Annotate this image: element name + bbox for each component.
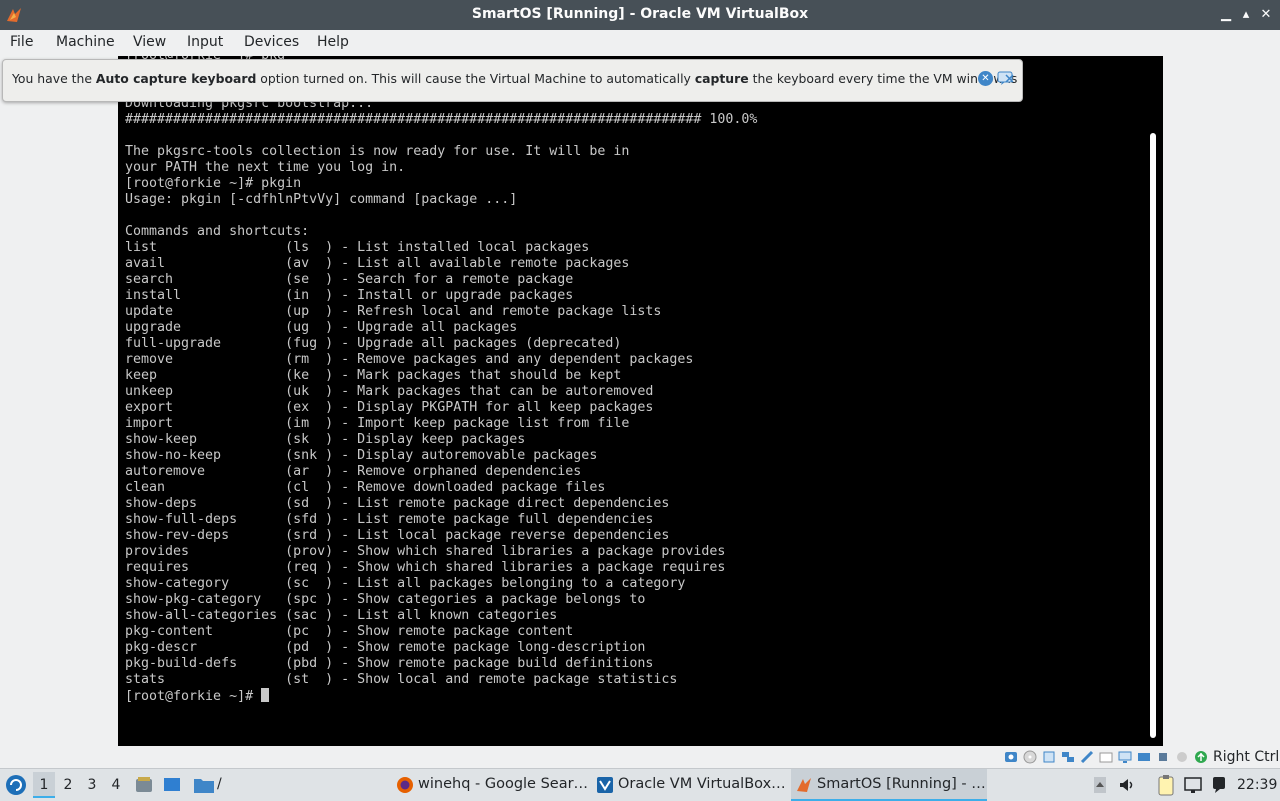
network-icon[interactable] [1061, 750, 1075, 764]
terminal-line: show-full-deps (sfd ) - List remote pack… [125, 512, 654, 527]
task-firefox[interactable]: winehq - Google Sear… [392, 769, 588, 801]
terminal-line: list (ls ) - List installed local packag… [125, 240, 590, 255]
terminal-line: requires (req ) - Show which shared libr… [125, 560, 726, 575]
clipboard-icon[interactable] [1157, 774, 1175, 796]
hard-disk-icon[interactable] [1004, 750, 1018, 764]
console-scrollbar[interactable] [1150, 133, 1156, 738]
application-menu-icon[interactable] [5, 774, 27, 796]
taskbar: 1 2 3 4 / winehq - Google Sear… Oracle V… [0, 768, 1280, 801]
terminal-line: show-all-categories (sac ) - List all kn… [125, 608, 558, 623]
terminal-line: show-keep (sk ) - Display keep packages [125, 432, 526, 447]
menu-help[interactable]: Help [317, 34, 349, 50]
notification-dont-show-icon[interactable] [997, 70, 1015, 86]
terminal-line: keep (ke ) - Mark packages that should b… [125, 368, 622, 383]
terminal-line: show-no-keep (snk ) - Display autoremova… [125, 448, 598, 463]
auto-capture-notification: You have the Auto capture keyboard optio… [2, 59, 1023, 102]
terminal-cursor [261, 688, 270, 702]
vm-status-bar: Right Ctrl [0, 746, 1280, 768]
virtualbox-vm-icon [797, 778, 811, 792]
terminal-line: pkg-descr (pd ) - Show remote package lo… [125, 640, 646, 655]
terminal-line: full-upgrade (fug ) - Upgrade all packag… [125, 336, 622, 351]
mouse-integration-icon[interactable] [1175, 750, 1189, 764]
audio-icon[interactable] [1042, 750, 1056, 764]
terminal-output: [root@forkie ~]# pkg pkgsrc-setup pkgtra… [125, 56, 757, 705]
terminal-line: search (se ) - Search for a remote packa… [125, 272, 574, 287]
terminal-line: show-category (sc ) - List all packages … [125, 576, 686, 591]
terminal-line: upgrade (ug ) - Upgrade all packages [125, 320, 518, 335]
terminal-line: install (in ) - Install or upgrade packa… [125, 288, 574, 303]
menu-machine[interactable]: Machine [56, 34, 115, 50]
terminal-line: autoremove (ar ) - Remove orphaned depen… [125, 464, 582, 479]
video-capture-icon[interactable] [1137, 750, 1151, 764]
vm-console[interactable]: [root@forkie ~]# pkg pkgsrc-setup pkgtra… [118, 56, 1163, 746]
menu-devices[interactable]: Devices [244, 34, 299, 50]
terminal-prompt: [root@forkie ~]# [125, 689, 262, 704]
terminal-line: unkeep (uk ) - Mark packages that can be… [125, 384, 654, 399]
keyboard-icon[interactable] [1194, 750, 1208, 764]
terminal-line: remove (rm ) - Remove packages and any d… [125, 352, 694, 367]
terminal-line: pkg-content (pc ) - Show remote package … [125, 624, 574, 639]
volume-icon[interactable] [1118, 776, 1136, 794]
menu-file[interactable]: File [10, 34, 33, 50]
terminal-line: stats (st ) - Show local and remote pack… [125, 672, 678, 687]
clock[interactable]: 22:39 [1237, 777, 1277, 793]
window-titlebar[interactable]: SmartOS [Running] - Oracle VM VirtualBox… [0, 0, 1280, 30]
terminal-line: Usage: pkgin [-cdfhlnPtvVy] command [pac… [125, 192, 518, 207]
notification-close-icon[interactable]: ✕ [978, 71, 993, 86]
shared-folders-icon[interactable] [1099, 750, 1113, 764]
task-label: Oracle VM VirtualBox… [618, 776, 786, 792]
notification-bold-2: capture [694, 71, 749, 86]
network-tray-icon[interactable] [1183, 775, 1203, 795]
usb-icon[interactable] [1080, 750, 1094, 764]
terminal-line: show-deps (sd ) - List remote package di… [125, 496, 670, 511]
workspace-1[interactable]: 1 [33, 772, 55, 798]
terminal-line: export (ex ) - Display PKGPATH for all k… [125, 400, 654, 415]
firefox-icon [397, 777, 413, 793]
terminal-line: clean (cl ) - Remove downloaded package … [125, 480, 606, 495]
menu-view[interactable]: View [133, 34, 166, 50]
folder-launcher-icon[interactable] [193, 775, 215, 795]
path-label[interactable]: / [217, 776, 222, 792]
terminal-line: avail (av ) - List all available remote … [125, 256, 630, 271]
terminal-line: update (up ) - Refresh local and remote … [125, 304, 662, 319]
menu-bar: File Machine View Input Devices Help [0, 30, 1280, 56]
optical-drive-icon[interactable] [1023, 750, 1037, 764]
maximize-button[interactable]: ▴ [1237, 5, 1255, 25]
terminal-line: provides (prov) - Show which shared libr… [125, 544, 726, 559]
minimize-button[interactable]: ▁ [1217, 5, 1235, 25]
close-button[interactable]: ✕ [1257, 5, 1275, 25]
terminal-line: import (im ) - Import keep package list … [125, 416, 630, 431]
display-icon[interactable] [1118, 750, 1132, 764]
tray-arrow-icon[interactable] [1093, 776, 1107, 794]
notification-message: You have the Auto capture keyboard optio… [12, 71, 1017, 86]
files-launcher-icon[interactable] [134, 775, 154, 795]
notification-text-1: You have the [12, 71, 96, 86]
terminal-line: [root@forkie ~]# pkgin [125, 176, 302, 191]
terminal-lines: [root@forkie ~]# pkg pkgsrc-setup pkgtra… [125, 56, 757, 687]
notification-text-2: option turned on. This will cause the Vi… [256, 71, 695, 86]
window-title: SmartOS [Running] - Oracle VM VirtualBox [471, 6, 809, 22]
terminal-line: show-pkg-category (spc ) - Show categori… [125, 592, 646, 607]
task-label: SmartOS [Running] - … [817, 776, 986, 792]
terminal-line: The pkgsrc-tools collection is now ready… [125, 144, 630, 159]
terminal-line: Commands and shortcuts: [125, 224, 310, 239]
notification-bold-1: Auto capture keyboard [95, 71, 257, 86]
task-smartos-vm[interactable]: SmartOS [Running] - … [791, 769, 987, 801]
cpu-icon[interactable] [1156, 750, 1170, 764]
menu-input[interactable]: Input [187, 34, 223, 50]
terminal-line: your PATH the next time you log in. [125, 160, 406, 175]
notifications-icon[interactable] [1211, 775, 1229, 795]
host-key-label[interactable]: Right Ctrl [1213, 749, 1279, 765]
task-virtualbox-manager[interactable]: Oracle VM VirtualBox… [592, 769, 788, 801]
task-label: winehq - Google Sear… [418, 776, 589, 792]
desktop-launcher-icon[interactable] [162, 775, 182, 795]
workspace-2[interactable]: 2 [57, 772, 79, 798]
terminal-line: show-rev-deps (srd ) - List local packag… [125, 528, 670, 543]
terminal-line: ########################################… [125, 112, 758, 127]
virtualbox-manager-icon [597, 777, 613, 793]
workspace-4[interactable]: 4 [105, 772, 127, 798]
terminal-line: pkg-build-defs (pbd ) - Show remote pack… [125, 656, 654, 671]
workspace-3[interactable]: 3 [81, 772, 103, 798]
